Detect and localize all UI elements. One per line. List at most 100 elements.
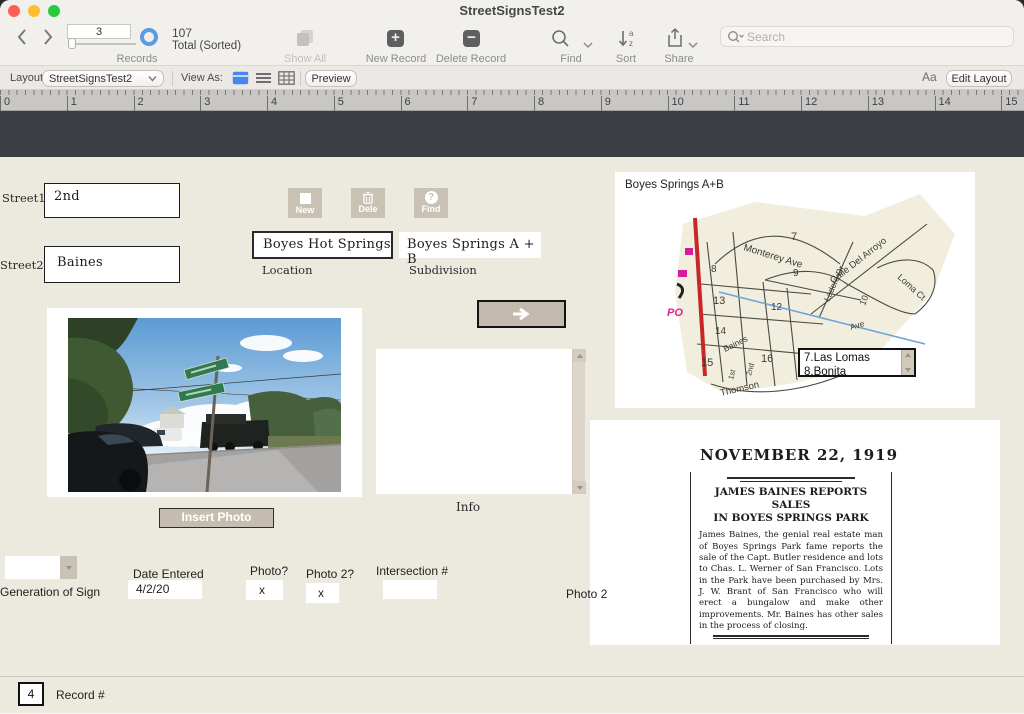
form-view-icon[interactable]: [232, 71, 249, 90]
ruler-number: 1: [67, 96, 77, 111]
new-record-icon[interactable]: +: [387, 30, 404, 47]
ruler-number: 8: [534, 96, 544, 111]
next-record-button[interactable]: [40, 27, 56, 47]
insert-photo-button[interactable]: Insert Photo: [159, 508, 274, 528]
rule: [740, 481, 841, 482]
sort-icon[interactable]: a z: [617, 28, 637, 55]
right-arrow-icon: [511, 307, 533, 321]
photo2-flag-field[interactable]: x: [306, 583, 339, 603]
delete-record-icon[interactable]: −: [463, 30, 480, 47]
intersection-field[interactable]: [383, 580, 437, 599]
new-record-label: New Record: [362, 53, 430, 65]
newspaper-article: JAMES BAINES REPORTS SALES IN BOYES SPRI…: [690, 472, 892, 644]
preview-button[interactable]: Preview: [305, 70, 357, 87]
new-button[interactable]: New: [288, 188, 322, 218]
layout-selector-value: StreetSignsTest2: [49, 73, 132, 85]
photo1-field[interactable]: x: [246, 580, 283, 600]
sort-label: Sort: [606, 53, 646, 65]
find-menu-chevron-icon[interactable]: [583, 36, 593, 54]
street2-field[interactable]: Baines: [44, 246, 180, 283]
next-arrow-button[interactable]: [477, 300, 566, 328]
ruler-number: 15: [1001, 96, 1017, 111]
newspaper-headline-line1: JAMES BAINES REPORTS SALES: [699, 486, 883, 512]
map-container[interactable]: Boyes Springs A+B: [615, 172, 975, 408]
map-block-number: 15: [701, 357, 713, 369]
subdivision-label: Subdivision: [409, 263, 477, 277]
ruler-number: 12: [801, 96, 817, 111]
ruler-number: 0: [0, 96, 10, 111]
street1-field[interactable]: 2nd: [44, 183, 180, 218]
ruler-number: 14: [935, 96, 951, 111]
search-box[interactable]: [720, 26, 1014, 47]
street-option[interactable]: 7.Las Lomas: [804, 351, 901, 365]
scroll-up-icon[interactable]: [573, 349, 586, 362]
sort-status: Total (Sorted): [172, 40, 241, 52]
new-square-icon: [300, 193, 311, 204]
generation-dropdown-button[interactable]: [60, 556, 77, 579]
scroll-down-icon[interactable]: [573, 481, 586, 494]
ruler-number: 5: [334, 96, 344, 111]
ruler-number: 9: [601, 96, 611, 111]
formatting-bar-toggle[interactable]: Aa: [922, 70, 937, 84]
new-button-label: New: [288, 205, 322, 215]
share-icon[interactable]: [666, 27, 684, 54]
divider: [172, 71, 173, 86]
record-slider-thumb[interactable]: [68, 38, 76, 49]
svg-text:a: a: [629, 29, 634, 38]
stepper-down-icon[interactable]: [905, 368, 911, 372]
window-title: StreetSignsTest2: [0, 3, 1024, 18]
divider: [300, 71, 301, 86]
photo-container[interactable]: [47, 308, 362, 497]
generation-field[interactable]: [5, 556, 60, 579]
current-record-field[interactable]: 3: [67, 24, 131, 39]
find-script-button[interactable]: ? Find: [414, 188, 448, 218]
photo2-container[interactable]: NOVEMBER 22, 1919 JAMES BAINES REPORTS S…: [590, 420, 1000, 645]
table-view-icon[interactable]: [278, 71, 295, 90]
stepper-up-icon[interactable]: [905, 353, 911, 357]
generation-label: Generation of Sign: [0, 585, 100, 599]
delete-button[interactable]: Dele: [351, 188, 385, 218]
search-icon: [727, 30, 745, 44]
layout-selector[interactable]: StreetSignsTest2: [42, 70, 164, 87]
info-field[interactable]: [376, 349, 585, 494]
date-entered-field[interactable]: 4/2/20: [128, 580, 202, 599]
ruler-number: 11: [734, 96, 749, 111]
map-block-number: 9: [793, 268, 799, 279]
photo1-label: Photo?: [250, 564, 288, 578]
map-block-number: 13: [713, 295, 725, 307]
total-record-count: 107: [172, 26, 192, 40]
trash-icon: [362, 191, 374, 204]
intersection-label: Intersection #: [376, 564, 448, 578]
ruler: 0123456789101112131415: [0, 90, 1024, 111]
question-icon: ?: [425, 191, 438, 204]
find-icon[interactable]: [551, 29, 571, 54]
street-option[interactable]: 8.Bonita: [804, 365, 901, 375]
layout-bar: Layout: StreetSignsTest2 View As: Previe…: [0, 67, 1024, 90]
list-view-icon[interactable]: [255, 71, 272, 90]
share-menu-chevron-icon[interactable]: [688, 36, 698, 54]
search-input[interactable]: [745, 29, 1007, 45]
map-block-number: 7: [791, 231, 797, 243]
share-label: Share: [658, 53, 700, 65]
show-all-icon[interactable]: [294, 28, 316, 53]
ruler-number: 6: [401, 96, 411, 111]
delete-button-label: Dele: [351, 204, 385, 214]
previous-record-button[interactable]: [14, 27, 30, 47]
newspaper-headline-line2: IN BOYES SPRINGS PARK: [699, 512, 883, 525]
dropdown-stepper[interactable]: [901, 350, 914, 375]
found-set-pie-icon: [140, 28, 158, 46]
record-slider-track[interactable]: [68, 43, 136, 45]
record-number-field[interactable]: 4: [18, 682, 44, 706]
chevron-down-icon: [66, 566, 72, 570]
subdivision-field[interactable]: Boyes Springs A + B: [399, 232, 541, 258]
view-as-label: View As:: [181, 72, 223, 84]
street-list-dropdown[interactable]: 7.Las Lomas 8.Bonita: [798, 348, 916, 377]
info-scrollbar[interactable]: [572, 349, 585, 494]
location-field[interactable]: Boyes Hot Springs: [252, 231, 393, 259]
street-photo: [68, 318, 341, 492]
edit-layout-button[interactable]: Edit Layout: [946, 70, 1012, 87]
svg-text:z: z: [629, 39, 633, 48]
chevron-down-icon: [148, 73, 157, 85]
photo2-label: Photo 2: [566, 587, 607, 601]
newspaper-date: NOVEMBER 22, 1919: [700, 446, 898, 464]
